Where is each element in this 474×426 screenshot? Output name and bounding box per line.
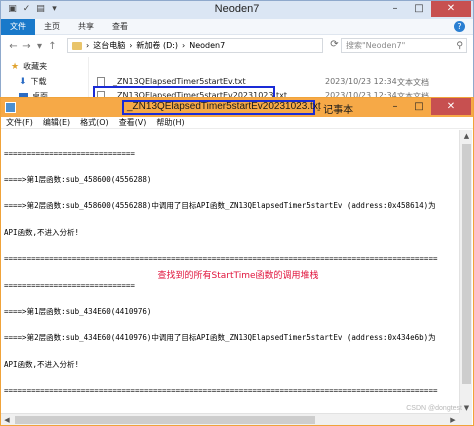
explorer-window: ▣ ✓ ▤ ▾ Neoden7 – □ ✕ 文件 主页 共享 查看 ? ← → … <box>0 0 474 110</box>
sidebar-item-label: 收藏夹 <box>23 62 48 71</box>
minimize-button[interactable]: – <box>383 1 407 17</box>
explorer-ribbon-tabs: 文件 主页 共享 查看 ? <box>1 18 473 35</box>
notepad-icon[interactable] <box>5 102 16 113</box>
horizontal-scroll-thumb[interactable] <box>15 416 315 424</box>
close-button[interactable]: ✕ <box>431 1 471 17</box>
menu-help[interactable]: 帮助(H) <box>151 117 189 128</box>
text-line: ========================================… <box>4 386 438 396</box>
search-placeholder: 搜索"Neoden7" <box>346 41 406 50</box>
notepad-menu-bar: 文件(F) 编辑(E) 格式(O) 查看(V) 帮助(H) <box>1 117 473 129</box>
file-type: 文本文档 <box>397 78 429 87</box>
star-icon: ★ <box>11 61 20 72</box>
download-icon: ⬇ <box>19 76 27 87</box>
breadcrumb-neoden7[interactable]: Neoden7 <box>189 41 225 50</box>
menu-edit[interactable]: 编辑(E) <box>38 117 75 128</box>
menu-file[interactable]: 文件(F) <box>1 117 38 128</box>
sidebar-item-favorites[interactable]: ★ 收藏夹 <box>11 61 47 72</box>
text-line: ========================================… <box>4 254 438 264</box>
annotation-text: 查找到的所有StartTime函数的调用堆栈 <box>157 271 319 281</box>
menu-view[interactable]: 查看(V) <box>114 117 152 128</box>
explorer-navigation-bar: ← → ▾ ↑ › 这台电脑 › 新加卷 (D:) › Neoden7 ⟳ 搜索… <box>1 36 473 56</box>
file-name: _ZN13QElapsedTimer5startEv.txt <box>113 77 246 86</box>
tab-share[interactable]: 共享 <box>69 21 103 32</box>
address-bar[interactable]: › 这台电脑 › 新加卷 (D:) › Neoden7 ⟳ <box>67 38 339 53</box>
minimize-button[interactable]: – <box>383 98 407 115</box>
explorer-title-bar: ▣ ✓ ▤ ▾ Neoden7 – □ ✕ <box>1 1 473 19</box>
back-arrow-icon[interactable]: ← <box>7 40 20 53</box>
up-arrow-icon[interactable]: ↑ <box>46 40 59 53</box>
notepad-window-controls: – □ ✕ <box>383 98 471 115</box>
vertical-scrollbar[interactable]: ▲ ▼ <box>459 130 472 414</box>
scrollbar-corner <box>459 413 472 425</box>
chevron-right-icon[interactable]: › <box>129 41 132 50</box>
watermark: CSDN @dongtest <box>406 405 462 412</box>
scroll-right-arrow-icon[interactable]: ▶ <box>447 414 459 426</box>
menu-format[interactable]: 格式(O) <box>75 117 114 128</box>
chevron-right-icon[interactable]: › <box>86 41 89 50</box>
text-line: API函数,不进入分析! <box>4 227 80 237</box>
maximize-button[interactable]: □ <box>407 1 431 17</box>
tab-view[interactable]: 查看 <box>103 21 137 32</box>
breadcrumb-drive-d[interactable]: 新加卷 (D:) <box>136 40 178 51</box>
tab-home[interactable]: 主页 <box>35 21 69 32</box>
folder-icon <box>72 41 82 50</box>
sidebar-item-downloads[interactable]: ⬇ 下载 <box>19 76 47 87</box>
refresh-icon[interactable]: ⟳ <box>327 39 342 52</box>
notepad-title-bar: _ZN13QElapsedTimer5startEv20231023.txt -… <box>1 98 473 117</box>
vertical-scroll-thumb[interactable] <box>462 144 471 384</box>
text-line: ====>第2层函数:sub_434E60(4410976)中调用了目标API函… <box>4 333 436 343</box>
close-button[interactable]: ✕ <box>431 98 471 115</box>
text-line: API函数,不进入分析! <box>4 359 80 369</box>
text-line: ====>第1层函数:sub_458600(4556288) <box>4 174 152 184</box>
help-icon[interactable]: ? <box>454 21 465 32</box>
chevron-right-icon[interactable]: › <box>182 41 185 50</box>
text-line: ====>第1层函数:sub_434E60(4410976) <box>4 306 152 316</box>
scroll-up-arrow-icon[interactable]: ▲ <box>460 130 473 142</box>
search-input[interactable]: 搜索"Neoden7" ⚲ <box>341 38 467 53</box>
sidebar-item-label: 下载 <box>30 77 47 86</box>
recent-dropdown-icon[interactable]: ▾ <box>33 40 46 53</box>
text-line: ============================= <box>4 148 135 158</box>
notepad-title-filename: _ZN13QElapsedTimer5startEv20231023.txt <box>127 101 321 112</box>
file-date: 2023/10/23 12:34 <box>325 77 397 86</box>
tab-file[interactable]: 文件 <box>1 18 35 35</box>
horizontal-scrollbar[interactable]: ◀ ▶ <box>1 413 459 425</box>
text-line: ============================= <box>4 280 135 290</box>
maximize-button[interactable]: □ <box>407 98 431 115</box>
notepad-title-app: - 记事本 <box>317 105 354 116</box>
search-icon[interactable]: ⚲ <box>456 40 463 53</box>
notepad-window: _ZN13QElapsedTimer5startEv20231023.txt -… <box>0 97 474 426</box>
breadcrumb-this-pc[interactable]: 这台电脑 <box>93 40 125 51</box>
scroll-left-arrow-icon[interactable]: ◀ <box>1 414 13 426</box>
forward-arrow-icon[interactable]: → <box>20 40 33 53</box>
text-line: ====>第2层函数:sub_458600(4556288)中调用了目标API函… <box>4 201 436 211</box>
explorer-window-controls: – □ ✕ <box>383 1 471 17</box>
